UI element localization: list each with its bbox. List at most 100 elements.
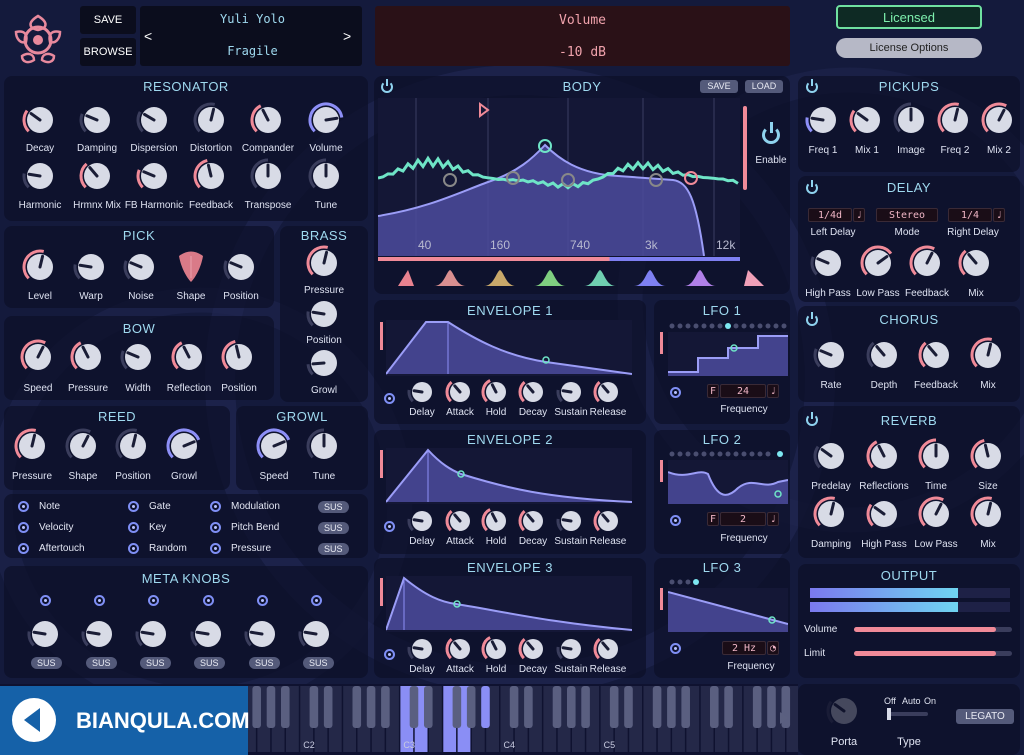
reverb-knob[interactable] (813, 438, 849, 474)
mod-source-radio[interactable] (18, 501, 29, 512)
envelope-knob[interactable] (556, 634, 586, 664)
envelope-knob[interactable] (445, 377, 475, 407)
brass-knob[interactable] (306, 245, 342, 281)
black-key[interactable] (566, 686, 576, 728)
reed-knob[interactable] (65, 428, 101, 464)
envelope3-graph[interactable] (386, 576, 632, 632)
body-load-button[interactable]: LOAD (745, 80, 783, 93)
resonator-knob[interactable] (308, 158, 344, 194)
body-gain-slider[interactable] (743, 106, 747, 190)
envelope-knob[interactable] (518, 634, 548, 664)
save-preset-button[interactable]: SAVE (80, 6, 136, 34)
bow-knob[interactable] (120, 339, 156, 375)
output-limit-slider[interactable] (854, 651, 1012, 656)
type-switch[interactable] (888, 712, 928, 716)
envelope3-mod-radio[interactable] (384, 649, 395, 660)
envelope-knob[interactable] (481, 506, 511, 536)
delay-knob[interactable] (860, 245, 896, 281)
sus-button[interactable]: SUS (318, 501, 349, 513)
prev-preset-button[interactable]: < (144, 28, 152, 44)
body-band-shapes[interactable] (378, 266, 778, 288)
meta-sus-button[interactable]: SUS (194, 657, 225, 669)
reed-knob[interactable] (115, 428, 151, 464)
black-key[interactable] (381, 686, 390, 728)
pickups-knob[interactable] (893, 102, 929, 138)
lfo3-graph[interactable] (668, 578, 788, 632)
black-key[interactable] (681, 686, 690, 728)
envelope-knob[interactable] (518, 377, 548, 407)
black-key[interactable] (509, 686, 519, 728)
meta-knob[interactable] (244, 616, 280, 652)
mod-source-radio[interactable] (18, 522, 29, 533)
lfo2-sync-mode[interactable]: F (707, 512, 719, 526)
pick-knob[interactable] (22, 249, 58, 285)
lfo2-level-slider[interactable] (660, 460, 663, 482)
black-key[interactable] (709, 686, 719, 728)
pick-knob[interactable] (123, 249, 159, 285)
pickups-knob[interactable] (981, 102, 1017, 138)
envelope-knob[interactable] (593, 506, 623, 536)
meta-sus-button[interactable]: SUS (249, 657, 280, 669)
chorus-knob[interactable] (813, 337, 849, 373)
pickups-power-icon[interactable] (806, 79, 818, 93)
envelope-knob[interactable] (445, 506, 475, 536)
meta-sus-button[interactable]: SUS (303, 657, 334, 669)
delay-right-value[interactable]: 1/4 (948, 208, 992, 222)
envelope-knob[interactable] (407, 506, 437, 536)
meta-sus-button[interactable]: SUS (140, 657, 171, 669)
resonator-knob[interactable] (79, 102, 115, 138)
black-key[interactable] (466, 686, 476, 728)
lfo3-level-slider[interactable] (660, 588, 663, 610)
resonator-knob[interactable] (79, 158, 115, 194)
reverb-knob[interactable] (866, 496, 902, 532)
lfo1-graph[interactable] (668, 322, 788, 376)
legato-button[interactable]: LEGATO (956, 709, 1014, 724)
mod-source-radio[interactable] (210, 543, 221, 554)
resonator-knob[interactable] (193, 158, 229, 194)
black-key[interactable] (581, 686, 590, 728)
lfo1-sync-mode[interactable]: F (707, 384, 719, 398)
black-key[interactable] (609, 686, 619, 728)
sync-icon[interactable]: ◔ (767, 641, 779, 655)
meta-mod-radio[interactable] (40, 595, 51, 606)
black-key[interactable] (280, 686, 290, 728)
lfo3-frequency-value[interactable]: 2 Hz (722, 641, 766, 655)
resonator-knob[interactable] (136, 102, 172, 138)
chorus-knob[interactable] (918, 337, 954, 373)
body-range-bar[interactable] (378, 257, 740, 261)
resonator-knob[interactable] (250, 102, 286, 138)
type-switch-handle[interactable] (887, 708, 891, 720)
body-power-icon[interactable] (381, 79, 393, 93)
chorus-power-icon[interactable] (806, 312, 818, 326)
envelope-knob[interactable] (556, 506, 586, 536)
meta-knob[interactable] (27, 616, 63, 652)
reverb-knob[interactable] (918, 438, 954, 474)
black-key[interactable] (252, 686, 261, 728)
bow-knob[interactable] (171, 339, 207, 375)
delay-mode-value[interactable]: Stereo (876, 208, 938, 222)
pick-knob[interactable] (223, 249, 259, 285)
black-key[interactable] (423, 686, 433, 728)
chorus-knob[interactable] (970, 337, 1006, 373)
lfo2-graph[interactable] (668, 450, 788, 504)
envelope2-graph[interactable] (386, 448, 632, 504)
sus-button[interactable]: SUS (318, 522, 349, 534)
keyboard-scroll-arrow-icon[interactable] (780, 712, 788, 724)
envelope-knob[interactable] (445, 634, 475, 664)
black-key[interactable] (481, 686, 490, 728)
browse-presets-button[interactable]: BROWSE (80, 38, 136, 66)
pickups-knob[interactable] (849, 102, 885, 138)
mod-source-radio[interactable] (18, 543, 29, 554)
lfo2-mod-radio[interactable] (670, 515, 681, 526)
reverb-power-icon[interactable] (806, 412, 818, 426)
note-icon[interactable]: ♩ (767, 512, 779, 526)
reed-knob[interactable] (14, 428, 50, 464)
bow-knob[interactable] (70, 339, 106, 375)
note-icon[interactable]: ♩ (993, 208, 1005, 222)
pick-shape-icon[interactable] (175, 250, 207, 284)
lfo1-level-slider[interactable] (660, 332, 663, 354)
black-key[interactable] (752, 686, 762, 728)
black-key[interactable] (409, 686, 419, 728)
black-key[interactable] (667, 686, 676, 728)
meta-mod-radio[interactable] (311, 595, 322, 606)
